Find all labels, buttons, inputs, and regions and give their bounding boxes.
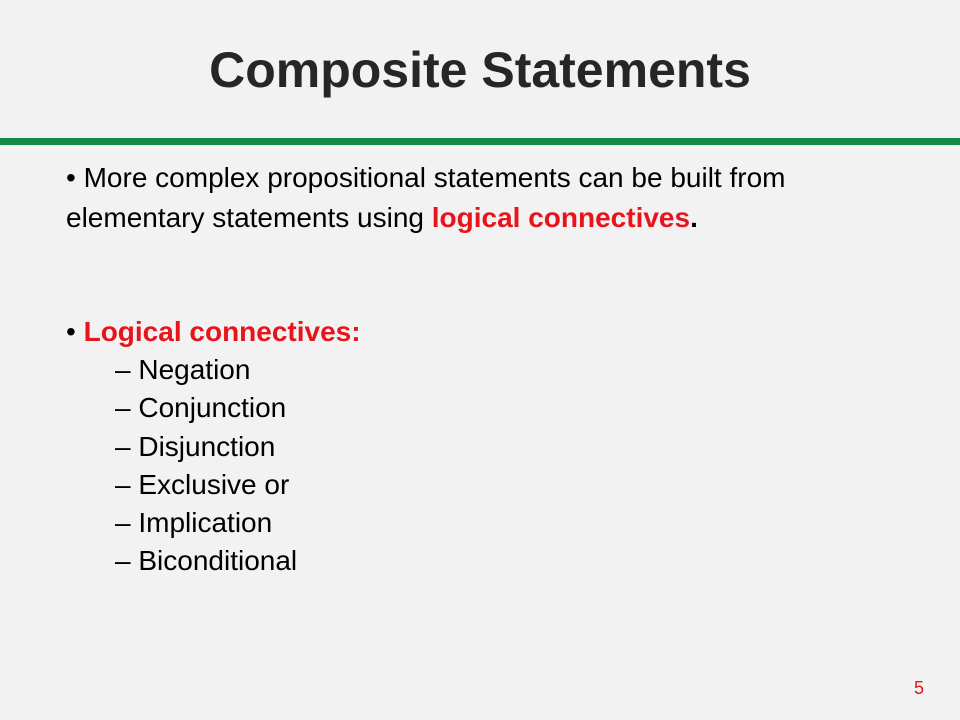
connective-conjunction: Conjunction [138,392,287,424]
dash-marker: – [115,392,131,424]
list-item: – Disjunction [115,428,297,466]
bullet-marker: • [66,162,76,193]
connectives-list: – Negation – Conjunction – Disjunction –… [115,351,297,581]
dash-marker: – [115,430,131,462]
bullet-paragraph-2: • Logical connectives: [66,313,361,351]
connective-disjunction: Disjunction [138,430,276,462]
bullet2-label: Logical connectives: [83,316,361,347]
list-item: – Biconditional [115,542,297,580]
bullet-paragraph-1: • More complex propositional statements … [66,158,906,238]
list-item: – Negation [115,351,297,389]
bullet-marker: • [66,316,76,347]
bullet1-period: . [690,202,698,233]
list-item: – Implication [115,504,297,542]
slide-title: Composite Statements [209,42,751,98]
dash-marker: – [115,468,131,500]
connective-implication: Implication [138,507,273,539]
bullet1-highlight: logical connectives [431,202,691,233]
connective-biconditional: Biconditional [138,545,298,577]
connective-negation: Negation [138,354,251,385]
list-item: – Exclusive or [115,466,297,504]
dash-marker: – [115,545,131,577]
dash-marker: – [115,507,131,539]
dash-marker: – [115,354,131,385]
page-number: 5 [913,678,924,698]
list-item: – Conjunction [115,389,297,427]
title-divider [0,138,960,145]
connective-exclusive-or: Exclusive or [138,468,290,500]
slide: Composite Statements • More complex prop… [0,0,960,720]
